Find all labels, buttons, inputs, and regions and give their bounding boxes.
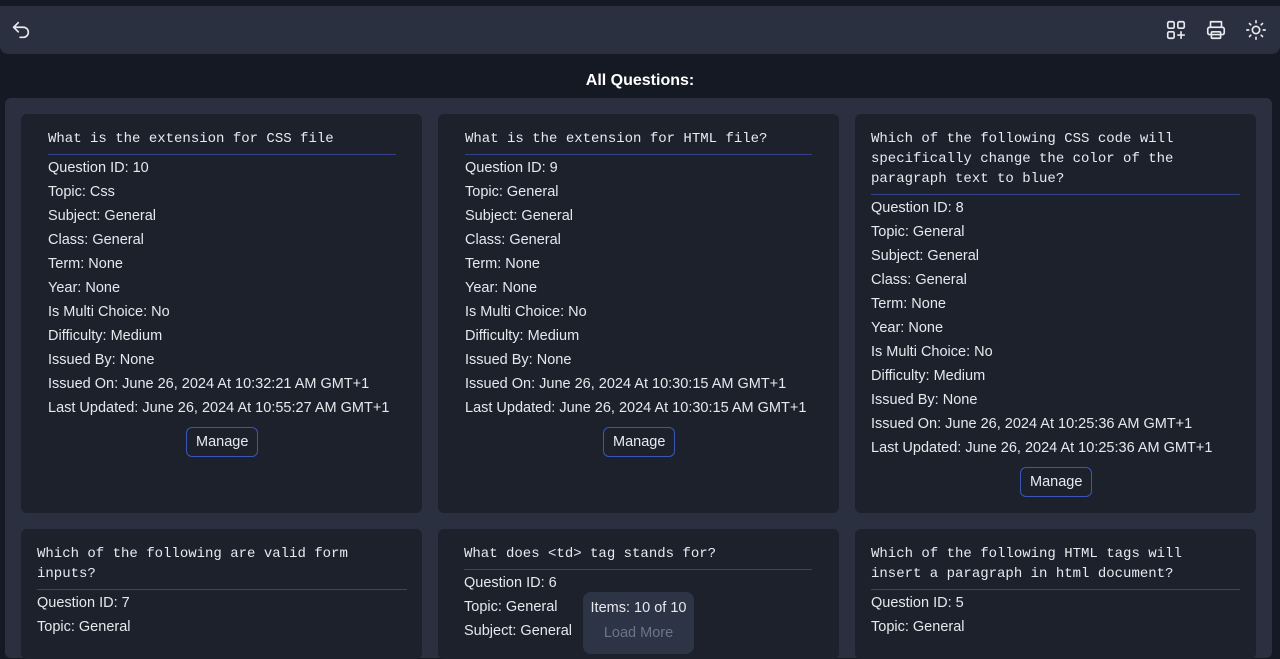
subject: Subject: General xyxy=(871,248,980,264)
question-card: Which of the following are valid form in… xyxy=(21,529,422,659)
divider xyxy=(871,589,1240,590)
question-card: Which of the following CSS code will spe… xyxy=(855,114,1256,513)
question-id: Question ID: 9 xyxy=(465,160,558,176)
last-updated: Last Updated: June 26, 2024 At 10:30:15 … xyxy=(465,400,807,416)
items-count: Items: 10 of 10 xyxy=(590,600,687,616)
question-id: Question ID: 8 xyxy=(871,200,964,216)
question-details: Question ID: 5 Topic: General xyxy=(871,591,965,639)
divider xyxy=(464,569,812,570)
question-details: Question ID: 7 Topic: General xyxy=(37,591,131,639)
divider xyxy=(465,154,812,155)
question-id: Question ID: 7 xyxy=(37,595,130,611)
question-card: What is the extension for CSS file Quest… xyxy=(21,114,422,513)
add-grid-icon[interactable] xyxy=(1162,16,1190,44)
last-updated: Last Updated: June 26, 2024 At 10:55:27 … xyxy=(48,400,390,416)
divider xyxy=(37,589,407,590)
multi-choice: Is Multi Choice: No xyxy=(465,304,587,320)
pagination-pill: Items: 10 of 10 Load More xyxy=(583,592,694,654)
subject: Subject: General xyxy=(465,208,574,224)
top-bar xyxy=(0,6,1280,54)
question-id: Question ID: 5 xyxy=(871,595,964,611)
issued-by: Issued By: None xyxy=(48,352,155,368)
back-icon[interactable] xyxy=(7,16,35,44)
topic: Topic: General xyxy=(871,619,965,635)
issued-by: Issued By: None xyxy=(871,392,978,408)
manage-button[interactable]: Manage xyxy=(1020,467,1093,497)
question-details: Question ID: 10 Topic: Css Subject: Gene… xyxy=(48,156,389,420)
subject: Subject: General xyxy=(48,208,157,224)
question-text: What is the extension for HTML file? xyxy=(465,131,768,147)
topic: Topic: Css xyxy=(48,184,115,200)
topic: Topic: General xyxy=(37,619,131,635)
multi-choice: Is Multi Choice: No xyxy=(871,344,993,360)
question-details: Question ID: 9 Topic: General Subject: G… xyxy=(465,156,806,420)
last-updated: Last Updated: June 26, 2024 At 10:25:36 … xyxy=(871,440,1213,456)
topic: Topic: General xyxy=(464,599,558,615)
question-details: Question ID: 6 Topic: General Subject: G… xyxy=(464,571,572,643)
manage-button[interactable]: Manage xyxy=(603,427,676,457)
question-text: Which of the following HTML tags will in… xyxy=(871,546,1182,582)
term: Term: None xyxy=(465,256,540,272)
term: Term: None xyxy=(48,256,123,272)
divider xyxy=(48,154,396,155)
topic: Topic: General xyxy=(871,224,965,240)
multi-choice: Is Multi Choice: No xyxy=(48,304,170,320)
question-text: Which of the following CSS code will spe… xyxy=(871,131,1174,187)
sun-icon[interactable] xyxy=(1242,16,1270,44)
topic: Topic: General xyxy=(465,184,559,200)
question-details: Question ID: 8 Topic: General Subject: G… xyxy=(871,196,1212,460)
issued-on: Issued On: June 26, 2024 At 10:30:15 AM … xyxy=(465,376,787,392)
issued-by: Issued By: None xyxy=(465,352,572,368)
class: Class: General xyxy=(871,272,967,288)
class: Class: General xyxy=(465,232,561,248)
question-card: What is the extension for HTML file? Que… xyxy=(438,114,839,513)
class: Class: General xyxy=(48,232,144,248)
difficulty: Difficulty: Medium xyxy=(48,328,163,344)
load-more-button[interactable]: Load More xyxy=(583,625,694,641)
question-id: Question ID: 6 xyxy=(464,575,557,591)
divider xyxy=(871,194,1240,195)
question-text: Which of the following are valid form in… xyxy=(37,546,348,582)
question-card: Which of the following HTML tags will in… xyxy=(855,529,1256,659)
page-title: All Questions: xyxy=(585,72,695,89)
question-id: Question ID: 10 xyxy=(48,160,149,176)
year: Year: None xyxy=(871,320,944,336)
issued-on: Issued On: June 26, 2024 At 10:32:21 AM … xyxy=(48,376,370,392)
year: Year: None xyxy=(465,280,538,296)
difficulty: Difficulty: Medium xyxy=(465,328,580,344)
year: Year: None xyxy=(48,280,121,296)
manage-button[interactable]: Manage xyxy=(186,427,259,457)
question-text: What is the extension for CSS file xyxy=(48,131,334,147)
term: Term: None xyxy=(871,296,946,312)
question-text: What does <td> tag stands for? xyxy=(464,546,717,562)
issued-on: Issued On: June 26, 2024 At 10:25:36 AM … xyxy=(871,416,1193,432)
printer-icon[interactable] xyxy=(1202,16,1230,44)
difficulty: Difficulty: Medium xyxy=(871,368,986,384)
subject: Subject: General xyxy=(464,623,573,639)
